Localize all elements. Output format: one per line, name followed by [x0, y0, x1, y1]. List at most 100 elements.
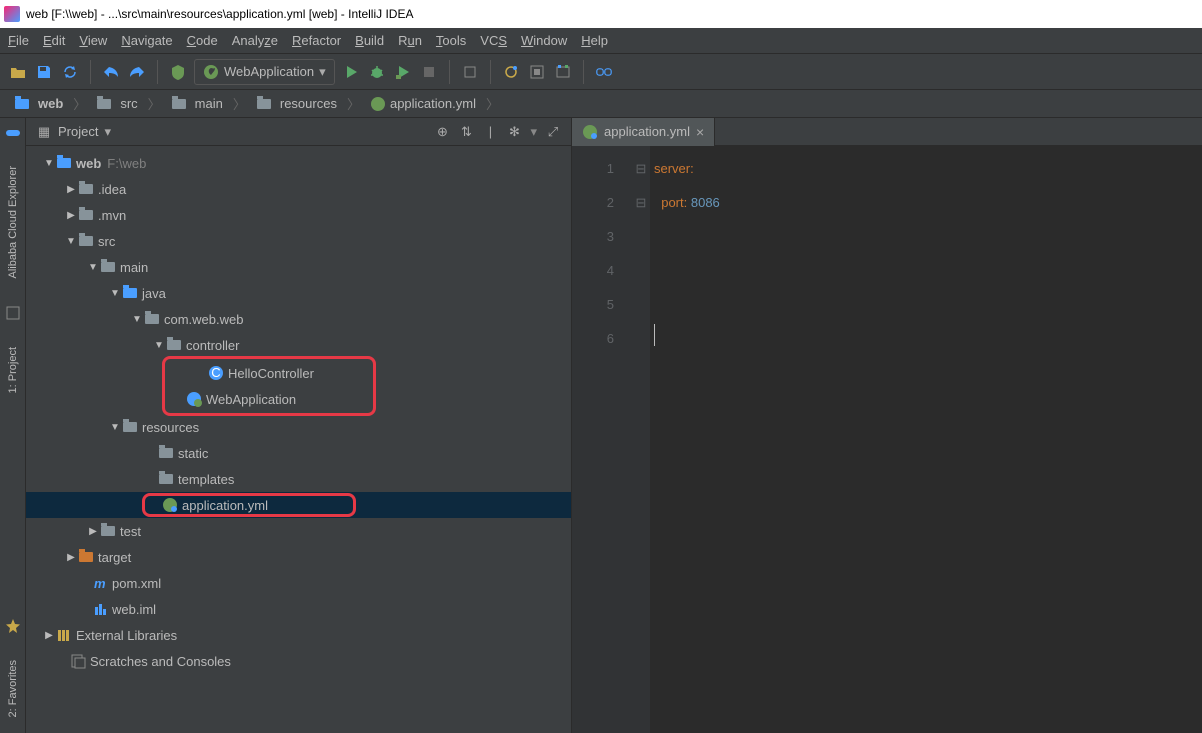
node-label: templates [178, 472, 234, 487]
close-icon[interactable]: × [696, 124, 704, 140]
target-icon[interactable]: ⊕ [434, 124, 450, 140]
crumb-main[interactable]: main [165, 94, 229, 113]
tree-idea[interactable]: ▶.idea [26, 176, 571, 202]
tree-web-application[interactable]: WebApplication [168, 386, 370, 412]
node-label: .mvn [98, 208, 126, 223]
tree-resources[interactable]: ▼resources [26, 414, 571, 440]
project-tab-icon[interactable] [5, 305, 21, 321]
tree-test[interactable]: ▶ test [26, 518, 571, 544]
tree-package[interactable]: ▼com.web.web [26, 306, 571, 332]
chevron-down-icon[interactable]: ▼ [130, 314, 144, 325]
sync-icon[interactable] [60, 62, 80, 82]
chevron-right-icon: 〉 [73, 94, 86, 113]
editor-tab-application-yml[interactable]: application.yml × [572, 118, 715, 146]
editor-body[interactable]: 1 2 3 4 5 6 ⊟ ⊟ server: port: 8086 [572, 146, 1202, 733]
build-icon[interactable] [168, 62, 188, 82]
chevron-right-icon: 〉 [148, 94, 161, 113]
chevron-down-icon[interactable]: ▼ [108, 422, 122, 433]
fold-end-icon[interactable]: ⊟ [632, 186, 650, 220]
crumb-resources[interactable]: resources [250, 94, 343, 113]
tree-iml[interactable]: web.iml [26, 596, 571, 622]
node-label: static [178, 446, 208, 461]
chevron-down-icon[interactable]: ▼ [42, 158, 56, 169]
rail-cloud-explorer[interactable]: Alibaba Cloud Explorer [5, 160, 21, 285]
settings-gear-icon[interactable]: ✻ [506, 124, 522, 140]
node-label: External Libraries [76, 628, 177, 643]
menu-code[interactable]: Code [187, 33, 218, 48]
cloud-icon[interactable] [5, 124, 21, 140]
chevron-right-icon[interactable]: ▶ [64, 210, 78, 221]
menu-run[interactable]: Run [398, 33, 422, 48]
separator [490, 60, 491, 84]
tree-java[interactable]: ▼java [26, 280, 571, 306]
tree-target[interactable]: ▶target [26, 544, 571, 570]
dropdown-icon[interactable]: ▾ [104, 124, 111, 140]
tree-templates[interactable]: templates [26, 466, 571, 492]
tool-c-icon[interactable] [553, 62, 573, 82]
tree-controller[interactable]: ▼controller [26, 332, 571, 358]
star-icon[interactable] [5, 618, 21, 634]
menubar: File Edit View Navigate Code Analyze Ref… [0, 28, 1202, 54]
node-path: F:\web [107, 156, 146, 171]
hide-icon[interactable]: ⤢ [545, 124, 561, 140]
tool-d-icon[interactable] [594, 62, 614, 82]
line-number: 6 [572, 322, 614, 356]
tool-b-icon[interactable] [527, 62, 547, 82]
autoscroll-icon[interactable]: ⇅ [458, 124, 474, 140]
tool-a-icon[interactable] [501, 62, 521, 82]
menu-build[interactable]: Build [355, 33, 384, 48]
tree-root[interactable]: ▼webF:\web [26, 150, 571, 176]
chevron-right-icon[interactable]: ▶ [86, 526, 100, 537]
toolbar: WebApplication ▾ [0, 54, 1202, 90]
chevron-right-icon[interactable]: ▶ [64, 184, 78, 195]
menu-analyze[interactable]: Analyze [232, 33, 278, 48]
redo-icon[interactable] [127, 62, 147, 82]
undo-icon[interactable] [101, 62, 121, 82]
chevron-down-icon[interactable]: ▼ [64, 236, 78, 247]
window-titlebar: web [F:\\web] - ...\src\main\resources\a… [0, 0, 1202, 28]
fold-icon[interactable]: ⊟ [632, 152, 650, 186]
chevron-down-icon[interactable]: ▼ [108, 288, 122, 299]
menu-window[interactable]: Window [521, 33, 567, 48]
tree-mvn[interactable]: ▶ .mvn [26, 202, 571, 228]
coverage-icon[interactable] [393, 62, 413, 82]
app-icon [4, 6, 20, 22]
debug-icon[interactable] [367, 62, 387, 82]
chevron-right-icon[interactable]: ▶ [64, 552, 78, 563]
tree-main[interactable]: ▼main [26, 254, 571, 280]
chevron-down-icon[interactable]: ▼ [152, 340, 166, 351]
open-icon[interactable] [8, 62, 28, 82]
tree-hello-controller[interactable]: CHelloController [168, 360, 370, 386]
menu-edit[interactable]: Edit [43, 33, 65, 48]
crumb-src[interactable]: src [90, 94, 143, 113]
menu-view[interactable]: View [79, 33, 107, 48]
dropdown-icon[interactable]: ▾ [530, 124, 537, 139]
menu-help[interactable]: Help [581, 33, 608, 48]
project-view-icon[interactable]: ▦ [36, 124, 52, 140]
profiler-icon[interactable] [460, 62, 480, 82]
crumb-web[interactable]: web [8, 94, 69, 113]
run-icon[interactable] [341, 62, 361, 82]
save-icon[interactable] [34, 62, 54, 82]
menu-file[interactable]: File [8, 33, 29, 48]
menu-refactor[interactable]: Refactor [292, 33, 341, 48]
tree-static[interactable]: static [26, 440, 571, 466]
stop-icon[interactable] [419, 62, 439, 82]
tree-application-yml[interactable]: application.yml [26, 492, 571, 518]
tree-scratches[interactable]: Scratches and Consoles [26, 648, 571, 674]
tree-pom[interactable]: mpom.xml [26, 570, 571, 596]
rail-project[interactable]: 1: Project [5, 341, 21, 399]
rail-favorites[interactable]: 2: Favorites [5, 654, 21, 723]
run-config-selector[interactable]: WebApplication ▾ [194, 59, 335, 85]
menu-tools[interactable]: Tools [436, 33, 466, 48]
crumb-file[interactable]: application.yml [364, 94, 482, 114]
menu-vcs[interactable]: VCS [480, 33, 507, 48]
tree-src[interactable]: ▼src [26, 228, 571, 254]
node-label: test [120, 524, 141, 539]
chevron-right-icon[interactable]: ▶ [42, 630, 56, 641]
menu-navigate[interactable]: Navigate [121, 33, 172, 48]
code-area[interactable]: server: port: 8086 [650, 146, 1202, 733]
tree-external-libraries[interactable]: ▶ External Libraries [26, 622, 571, 648]
chevron-down-icon[interactable]: ▼ [86, 262, 100, 273]
chevron-right-icon: 〉 [347, 94, 360, 113]
